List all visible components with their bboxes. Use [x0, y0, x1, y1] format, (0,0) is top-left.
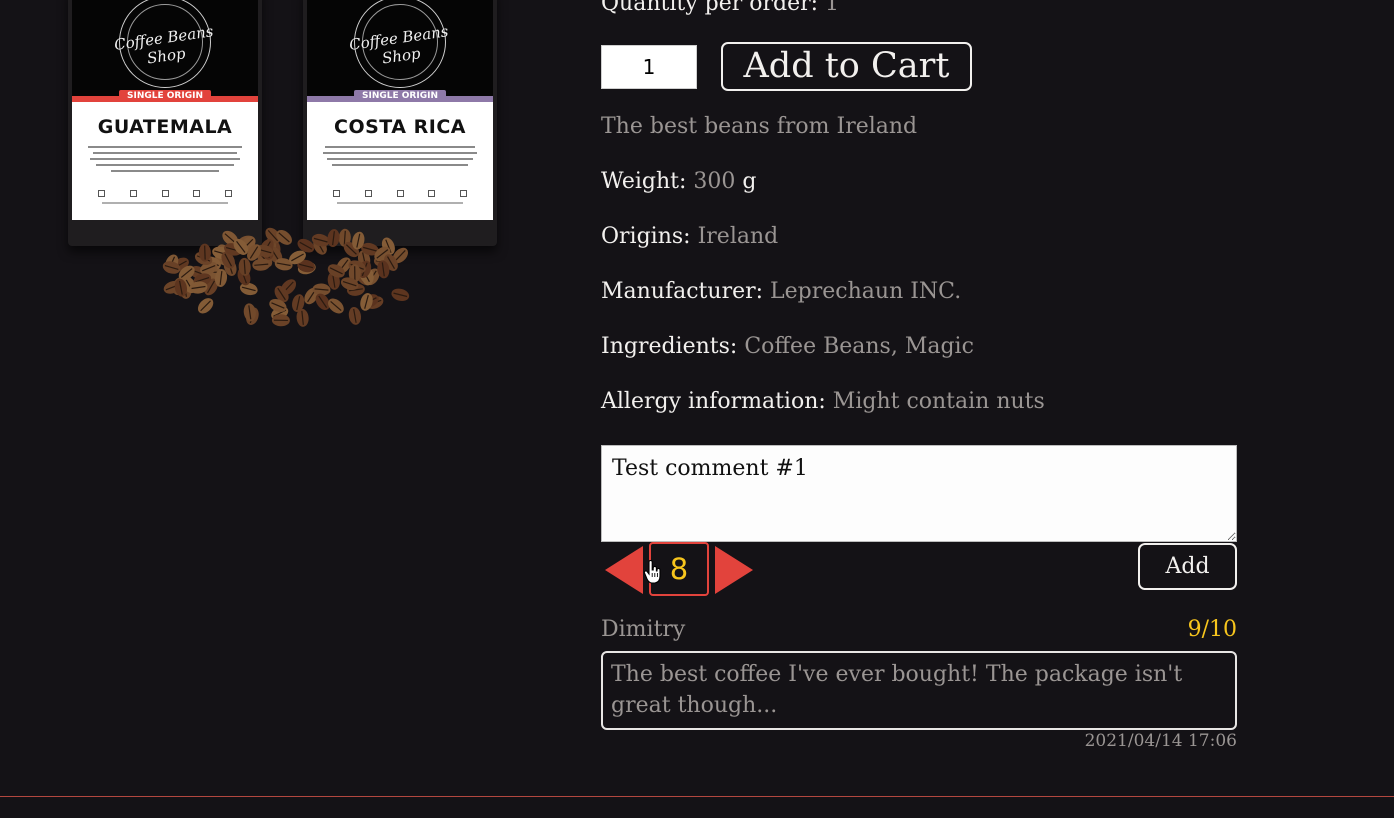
rating-increase-arrow-icon[interactable]: [715, 546, 753, 594]
coffee-beans-pile: [162, 227, 410, 327]
add-to-cart-button[interactable]: Add to Cart: [721, 42, 972, 91]
bag-logo: Coffee Beans Shop: [113, 0, 214, 88]
allergy-row: Allergy information: Might contain nuts: [601, 389, 1045, 414]
product-description: The best beans from Ireland: [601, 114, 918, 139]
product-image: Coffee Beans Shop SINGLE ORIGIN GUATEMAL…: [60, 0, 520, 330]
origins-row: Origins: Ireland: [601, 224, 779, 249]
review-score: 9/10: [1187, 617, 1237, 642]
rating-stepper: 8: [605, 542, 755, 598]
manufacturer-row: Manufacturer: Leprechaun INC.: [601, 279, 962, 304]
add-comment-button[interactable]: Add: [1138, 543, 1237, 590]
bag-country: COSTA RICA: [334, 116, 466, 138]
bag-logo: Coffee Beans Shop: [348, 0, 449, 88]
product-page: Coffee Beans Shop SINGLE ORIGIN GUATEMAL…: [0, 0, 1394, 818]
bag-country: GUATEMALA: [97, 116, 233, 138]
bag-badge: SINGLE ORIGIN: [119, 90, 211, 102]
hand-pointer-cursor-icon: [643, 560, 661, 584]
ingredients-row: Ingredients: Coffee Beans, Magic: [601, 334, 974, 359]
quantity-per-order: Quantity per order: 1: [601, 0, 840, 16]
comment-textarea[interactable]: Test comment #1: [601, 445, 1237, 542]
review-date: 2021/04/14 17:06: [1084, 731, 1237, 751]
footer-divider: [0, 796, 1394, 797]
rating-decrease-arrow-icon[interactable]: [605, 546, 643, 594]
review-author: Dimitry: [601, 617, 686, 642]
review-text: The best coffee I've ever bought! The pa…: [601, 651, 1237, 730]
weight-row: Weight: 300 g: [601, 169, 757, 194]
quantity-input[interactable]: [601, 45, 697, 89]
bag-badge: SINGLE ORIGIN: [354, 90, 446, 102]
